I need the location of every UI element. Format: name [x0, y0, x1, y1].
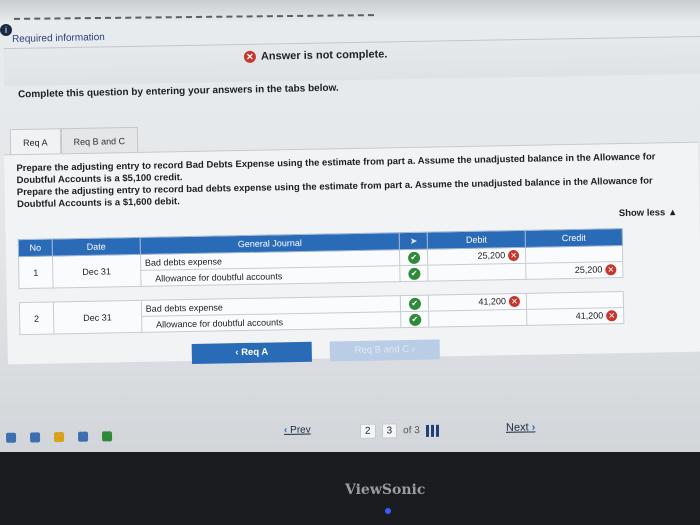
entry-date[interactable]: Dec 31 [52, 254, 141, 289]
credit-amount-field[interactable] [526, 291, 624, 310]
next-tab-button[interactable]: Req B and C › [329, 339, 440, 362]
tab-req-a[interactable]: Req A [9, 128, 61, 156]
credit-amount-field[interactable]: 25,200 ✕ [525, 261, 623, 280]
next-tab-label: Req B and C [354, 343, 410, 356]
col-debit: Debit [427, 230, 526, 250]
error-icon: ✕ [605, 264, 617, 276]
check-icon: ✔ [408, 297, 421, 310]
col-date: Date [52, 237, 141, 257]
error-icon: ✕ [606, 310, 618, 322]
instruction-text: Complete this question by entering your … [17, 82, 339, 101]
check-icon: ✔ [408, 267, 421, 280]
error-icon: ✕ [508, 250, 520, 262]
taskbar [5, 431, 113, 443]
page-selector: 2 3 of 3 [359, 423, 440, 439]
required-info-label: Required information [11, 32, 105, 45]
journal-table: No Date General Journal ➤ Debit Credit 1… [18, 228, 625, 335]
monitor-brand-logo: ViewSonic [345, 482, 426, 498]
credit-amount-field[interactable]: 41,200 ✕ [526, 307, 624, 326]
cursor-icon: ➤ [409, 235, 418, 246]
next-label: Next [505, 421, 529, 434]
tab-nav-buttons: ‹ Req A Req B and C › [191, 339, 440, 364]
app-icon[interactable] [29, 432, 41, 443]
debit-amount-field[interactable] [427, 263, 527, 282]
debit-amount-field[interactable]: 41,200 ✕ [428, 293, 527, 312]
page-number[interactable]: 2 [359, 423, 376, 439]
info-icon: i [0, 24, 12, 36]
entry-no: 1 [18, 256, 54, 289]
question-panel: Prepare the adjusting entry to record Ba… [4, 141, 700, 365]
next-page-link[interactable]: Next › [506, 421, 536, 433]
page-total: of 3 [403, 425, 420, 437]
credit-account-field[interactable]: Allowance for doubtful accounts [141, 311, 402, 333]
chevron-right-icon: › [411, 343, 415, 355]
pagination-bar: ‹ Prev 2 3 of 3 Next › [0, 405, 700, 452]
power-led [385, 508, 391, 514]
monitor-screen: i Required information ✕ Answer is not c… [0, 0, 700, 452]
check-icon: ✔ [408, 313, 422, 326]
col-credit: Credit [525, 228, 623, 248]
col-check: ➤ [399, 232, 428, 250]
app-icon[interactable] [101, 431, 113, 442]
entry-date[interactable]: Dec 31 [53, 300, 142, 334]
caret-up-icon: ▲ [667, 207, 678, 219]
status-bar: ✕ Answer is not complete. [3, 35, 700, 87]
tab-bar: Req A Req B and C [9, 126, 139, 156]
check-icon: ✔ [407, 251, 420, 264]
grid-icon[interactable] [425, 424, 440, 437]
chevron-left-icon: ‹ [235, 347, 239, 359]
debit-amount-field[interactable]: 25,200 ✕ [427, 247, 526, 266]
page-number[interactable]: 3 [381, 423, 398, 439]
show-less-link[interactable]: Show less ▲ [619, 207, 678, 219]
chevron-right-icon: › [531, 421, 536, 434]
prev-page-link[interactable]: ‹ Prev [284, 425, 311, 436]
tab-req-b-and-c[interactable]: Req B and C [60, 126, 139, 155]
error-icon: ✕ [243, 50, 257, 63]
chevron-left-icon: ‹ [283, 424, 288, 436]
prev-tab-label: Req A [241, 346, 269, 359]
credit-amount-field[interactable] [525, 245, 623, 264]
app-icon[interactable] [5, 432, 17, 443]
show-less-label: Show less [618, 207, 666, 220]
browser-icon[interactable] [77, 431, 89, 442]
folder-icon[interactable] [53, 431, 65, 443]
entry-no: 2 [19, 302, 54, 335]
col-no: No [18, 239, 53, 257]
debit-amount-field[interactable] [428, 309, 527, 328]
status-message: ✕ Answer is not complete. [243, 48, 388, 63]
question-text: Prepare the adjusting entry to record Ba… [16, 151, 687, 211]
prev-label: Prev [290, 424, 311, 436]
status-text: Answer is not complete. [260, 48, 388, 63]
prev-tab-button[interactable]: ‹ Req A [191, 341, 312, 364]
error-icon: ✕ [508, 296, 521, 308]
